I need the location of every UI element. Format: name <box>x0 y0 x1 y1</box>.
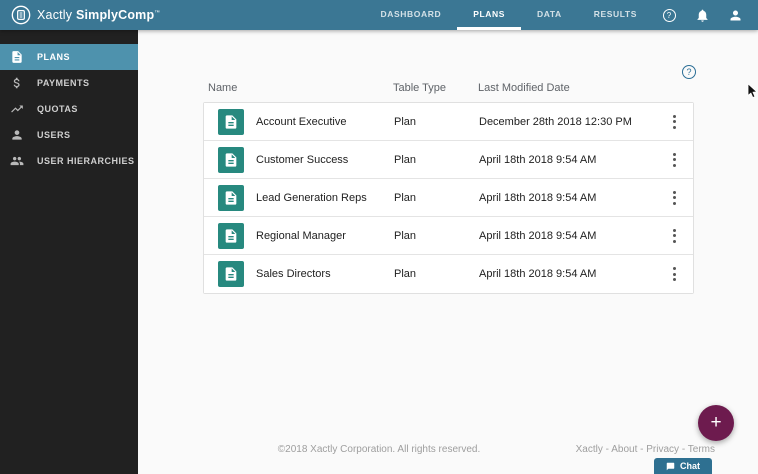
sidebar-item-users[interactable]: USERS <box>0 122 138 148</box>
topbar-tabs: DASHBOARD PLANS DATA RESULTS <box>365 0 653 30</box>
kebab-menu-icon[interactable] <box>655 225 693 247</box>
topbar-actions: ? <box>661 0 743 30</box>
footer-link-xactly[interactable]: Xactly <box>576 444 603 455</box>
footer-links: Xactly - About - Privacy - Terms <box>576 444 715 455</box>
xactly-logo-icon <box>11 5 31 25</box>
topbar-tab-label: DATA <box>537 8 562 19</box>
footer-link-about[interactable]: About <box>611 444 637 455</box>
brand-name-regular: Xactly <box>37 8 73 22</box>
help-icon[interactable]: ? <box>661 7 677 23</box>
plan-table-type: Plan <box>394 153 417 166</box>
brand-name-bold: SimplyComp <box>75 8 155 22</box>
topbar-tab-results[interactable]: RESULTS <box>578 0 653 30</box>
sidebar-item-payments[interactable]: PAYMENTS <box>0 70 138 96</box>
footer-link-privacy[interactable]: Privacy <box>646 444 679 455</box>
column-header-name: Name <box>208 82 238 94</box>
plan-name: Sales Directors <box>256 268 331 280</box>
kebab-menu-icon[interactable] <box>655 111 693 133</box>
dollar-icon <box>10 76 24 90</box>
sidebar-item-user-hierarchies[interactable]: USER HIERARCHIES <box>0 148 138 174</box>
content-help-glyph: ? <box>686 67 692 77</box>
topbar-tab-dashboard[interactable]: DASHBOARD <box>365 0 458 30</box>
plan-name: Account Executive <box>256 115 347 128</box>
plan-last-modified: April 18th 2018 9:54 AM <box>479 191 597 204</box>
trend-chart-icon <box>10 102 24 116</box>
bell-icon[interactable] <box>694 7 710 23</box>
app-window: Xactly SimplyComp™ DASHBOARD PLANS DATA … <box>0 0 758 474</box>
topbar-tab-label: RESULTS <box>593 8 637 19</box>
topbar-tab-data[interactable]: DATA <box>521 0 578 30</box>
main-content: ? Name Table Type Last Modified Date Acc… <box>138 30 758 474</box>
footer-link-separator: - <box>602 444 612 455</box>
sidebar-item-label: USERS <box>37 130 71 140</box>
brand-text: Xactly SimplyComp™ <box>37 8 160 22</box>
table-row[interactable]: Account Executive Plan December 28th 201… <box>204 103 693 141</box>
plan-file-icon <box>218 222 244 249</box>
brand-trademark: ™ <box>154 9 161 16</box>
plan-file-icon <box>218 184 244 211</box>
footer-link-separator: - <box>637 444 647 455</box>
document-icon <box>10 50 24 64</box>
plan-table-type: Plan <box>394 115 417 128</box>
plan-last-modified: December 28th 2018 12:30 PM <box>479 115 632 128</box>
plan-table-type: Plan <box>394 229 417 242</box>
help-glyph: ? <box>662 8 676 22</box>
add-plan-fab-button[interactable]: + <box>698 405 734 441</box>
user-icon <box>10 128 24 142</box>
plan-table-type: Plan <box>394 268 417 280</box>
brand[interactable]: Xactly SimplyComp™ <box>0 0 160 30</box>
kebab-menu-icon[interactable] <box>655 149 693 171</box>
plus-icon: + <box>710 412 722 433</box>
plan-name: Regional Manager <box>256 229 346 242</box>
kebab-menu-icon[interactable] <box>655 187 693 209</box>
topbar-tab-label: PLANS <box>473 8 505 19</box>
user-group-icon <box>10 154 24 168</box>
sidebar-item-label: PLANS <box>37 52 71 62</box>
table-row[interactable]: Sales Directors Plan April 18th 2018 9:5… <box>204 255 693 293</box>
plan-file-icon <box>218 261 244 287</box>
sidebar-item-quotas[interactable]: QUOTAS <box>0 96 138 122</box>
plan-file-icon <box>218 108 244 135</box>
account-icon[interactable] <box>727 7 743 23</box>
plan-file-icon <box>218 146 244 173</box>
table-row[interactable]: Lead Generation Reps Plan April 18th 201… <box>204 179 693 217</box>
topbar-tab-plans[interactable]: PLANS <box>457 0 521 30</box>
plans-table: Name Table Type Last Modified Date Accou… <box>203 82 694 294</box>
column-header-table-type: Table Type <box>393 82 447 94</box>
plan-last-modified: April 18th 2018 9:54 AM <box>479 268 597 280</box>
footer-copyright: ©2018 Xactly Corporation. All rights res… <box>277 444 481 455</box>
plan-table-type: Plan <box>394 191 417 204</box>
plans-table-body: Account Executive Plan December 28th 201… <box>203 102 694 294</box>
plan-last-modified: April 18th 2018 9:54 AM <box>479 229 597 242</box>
chat-bubble-icon <box>666 462 675 471</box>
kebab-menu-icon[interactable] <box>655 263 693 285</box>
sidebar-item-label: USER HIERARCHIES <box>37 156 135 166</box>
plan-name: Lead Generation Reps <box>256 191 367 204</box>
topbar: Xactly SimplyComp™ DASHBOARD PLANS DATA … <box>0 0 758 30</box>
table-row[interactable]: Customer Success Plan April 18th 2018 9:… <box>204 141 693 179</box>
column-header-last-modified: Last Modified Date <box>478 82 570 94</box>
content-help-icon[interactable]: ? <box>682 65 696 79</box>
footer-link-terms[interactable]: Terms <box>688 444 715 455</box>
sidebar-item-label: QUOTAS <box>37 104 78 114</box>
sidebar-item-label: PAYMENTS <box>37 78 90 88</box>
table-row[interactable]: Regional Manager Plan April 18th 2018 9:… <box>204 217 693 255</box>
plan-last-modified: April 18th 2018 9:54 AM <box>479 153 597 166</box>
chat-button[interactable]: Chat <box>654 458 712 474</box>
topbar-tab-label: DASHBOARD <box>380 8 442 19</box>
chat-label: Chat <box>680 461 700 471</box>
sidebar: PLANS PAYMENTS QUOTAS USERS USER HIERARC… <box>0 30 138 474</box>
footer-link-separator: - <box>679 444 688 455</box>
table-header: Name Table Type Last Modified Date <box>203 82 694 102</box>
sidebar-item-plans[interactable]: PLANS <box>0 44 138 70</box>
plan-name: Customer Success <box>256 153 349 166</box>
